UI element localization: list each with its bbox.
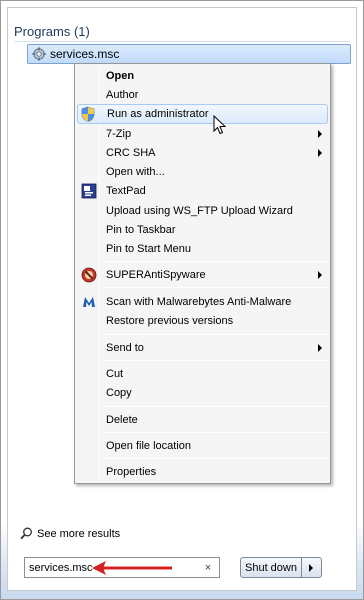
services-gear-icon (32, 47, 46, 61)
menu-item-label: Scan with Malwarebytes Anti-Malware (106, 296, 292, 308)
menu-item-copy[interactable]: Copy (77, 383, 328, 403)
search-result-label: services.msc (50, 47, 120, 61)
see-more-label: See more results (37, 527, 121, 540)
textpad-icon (81, 183, 97, 199)
menu-item-label: TextPad (106, 185, 146, 197)
shut-down-label: Shut down (245, 561, 297, 574)
malwarebytes-icon (83, 297, 95, 307)
submenu-arrow-icon (318, 271, 322, 279)
menu-item-label: Author (106, 89, 139, 101)
submenu-arrow-icon (318, 149, 322, 157)
menu-item-label: Cut (106, 368, 124, 380)
menu-item-label: SUPERAntiSpyware (106, 269, 206, 281)
menu-separator (104, 334, 327, 335)
menu-separator (104, 287, 327, 288)
menu-item-crc-sha[interactable]: CRC SHA (77, 143, 328, 163)
menu-item-scan-malwarebytes[interactable]: Scan with Malwarebytes Anti-Malware (77, 292, 328, 312)
menu-separator (104, 360, 327, 361)
menu-item-upload-ws-ftp[interactable]: Upload using WS_FTP Upload Wizard (77, 201, 328, 221)
menu-item-label: Delete (106, 414, 138, 426)
see-more-results-link[interactable]: See more results (20, 527, 120, 540)
menu-item-label: 7-Zip (106, 128, 132, 140)
menu-item-restore-previous-versions[interactable]: Restore previous versions (77, 311, 328, 331)
menu-item-7-zip[interactable]: 7-Zip (77, 124, 328, 144)
menu-item-pin-to-start-menu[interactable]: Pin to Start Menu (77, 239, 328, 259)
menu-item-textpad[interactable]: TextPad (77, 181, 328, 201)
programs-header: Programs (1) (14, 24, 90, 39)
menu-item-open-with[interactable]: Open with... (77, 162, 328, 182)
submenu-arrow-icon (318, 130, 322, 138)
menu-item-label: Pin to Taskbar (106, 224, 176, 236)
context-menu: Open Author Run as administrator 7-Zip C… (74, 63, 331, 484)
menu-item-label: Send to (106, 342, 144, 354)
menu-item-label: Open with... (106, 166, 165, 178)
menu-item-label: Properties (106, 466, 157, 478)
menu-item-run-as-administrator[interactable]: Run as administrator (77, 104, 328, 124)
menu-item-label: Pin to Start Menu (106, 243, 191, 255)
superantispyware-icon (81, 267, 97, 283)
menu-item-superantispyware[interactable]: SUPERAntiSpyware (77, 265, 328, 285)
annotation-arrow-icon (92, 561, 172, 575)
menu-item-pin-to-taskbar[interactable]: Pin to Taskbar (77, 220, 328, 240)
search-result-services[interactable]: services.msc (27, 44, 351, 64)
menu-item-label: CRC SHA (106, 147, 156, 159)
menu-separator (104, 458, 327, 459)
submenu-arrow-icon (318, 344, 322, 352)
programs-divider (14, 41, 350, 42)
menu-item-label: Open file location (106, 440, 191, 452)
clear-search-icon[interactable]: × (201, 562, 215, 574)
shut-down-options-arrow[interactable] (302, 557, 322, 578)
menu-item-label: Upload using WS_FTP Upload Wizard (106, 205, 293, 217)
menu-item-label: Copy (106, 387, 132, 399)
menu-item-author[interactable]: Author (77, 85, 328, 105)
shut-down-button[interactable]: Shut down (240, 557, 302, 578)
menu-item-send-to[interactable]: Send to (77, 338, 328, 358)
menu-item-open[interactable]: Open (77, 66, 328, 86)
menu-separator (104, 432, 327, 433)
menu-item-open-file-location[interactable]: Open file location (77, 436, 328, 456)
uac-shield-icon (81, 106, 95, 122)
menu-item-properties[interactable]: Properties (77, 462, 328, 482)
menu-item-label: Run as administrator (107, 108, 209, 120)
menu-item-label: Open (106, 70, 135, 82)
menu-item-delete[interactable]: Delete (77, 410, 328, 430)
menu-item-cut[interactable]: Cut (77, 364, 328, 384)
mouse-cursor-icon (213, 115, 227, 135)
menu-item-label: Restore previous versions (106, 315, 234, 327)
menu-separator (104, 406, 327, 407)
search-magnifier-icon (20, 527, 32, 540)
menu-separator (104, 261, 327, 262)
